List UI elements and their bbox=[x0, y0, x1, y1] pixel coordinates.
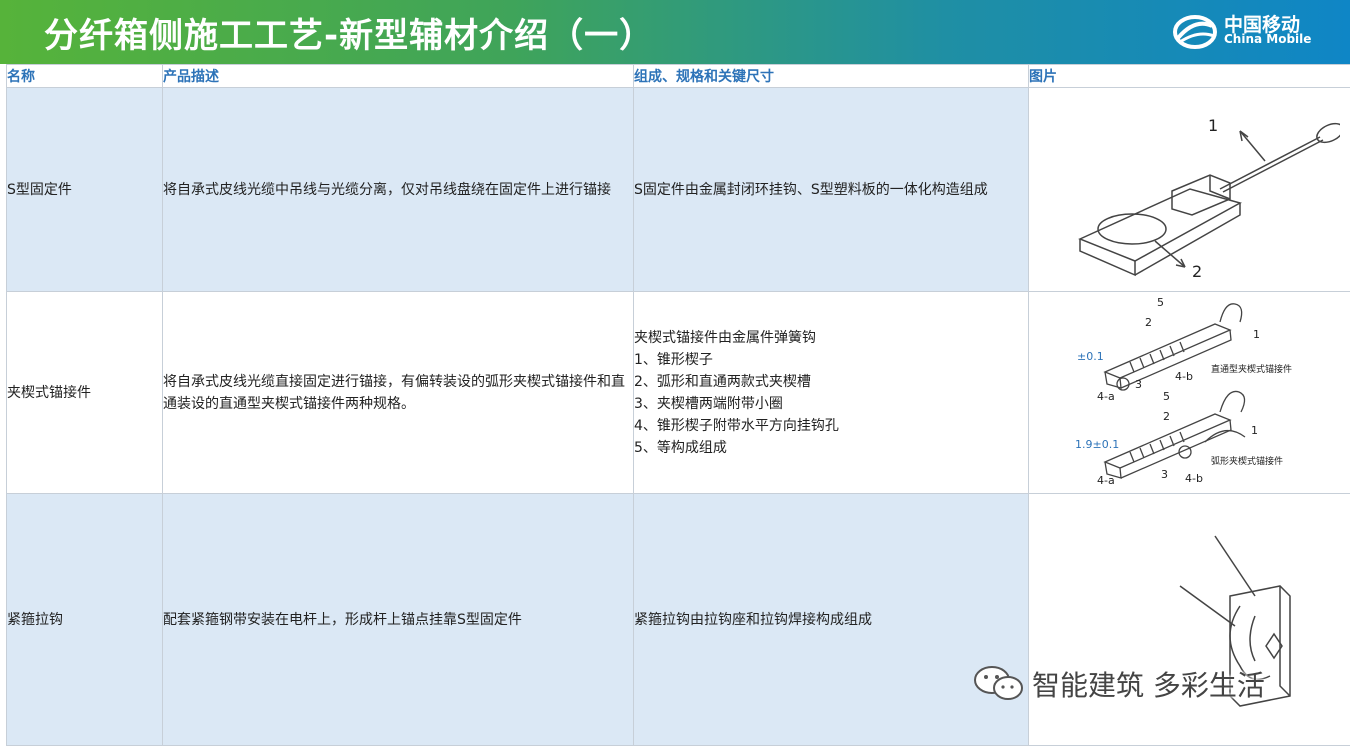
row-spec: 夹楔式锚接件由金属件弹簧钩 1、锥形楔子 2、弧形和直通两款式夹楔槽 3、夹楔槽… bbox=[634, 292, 1029, 494]
callout-label: 2 bbox=[1145, 316, 1152, 329]
spec-line: 1、锥形楔子 bbox=[634, 349, 1028, 371]
callout-label: 1 bbox=[1253, 328, 1260, 341]
wedge-anchor-diagram: 5 2 1 ±0.1 3 4-a 4-b 直通型夹楔式锚接件 5 2 1 1.9… bbox=[1035, 292, 1345, 486]
watermark-text: 智能建筑 多彩生活 bbox=[1032, 664, 1265, 704]
table-row: S型固定件 将自承式皮线光缆中吊线与光缆分离，仅对吊线盘绕在固定件上进行锚接 S… bbox=[7, 88, 1350, 292]
table-row: 夹楔式锚接件 将自承式皮线光缆直接固定进行锚接，有偏转装设的弧形夹楔式锚接件和直… bbox=[7, 292, 1350, 494]
row-name: 夹楔式锚接件 bbox=[7, 292, 163, 494]
row-description: 配套紧箍钢带安装在电杆上，形成杆上锚点挂靠S型固定件 bbox=[163, 494, 634, 746]
row-spec: 紧箍拉钩由拉钩座和拉钩焊接构成组成 bbox=[634, 494, 1029, 746]
s-fixture-diagram: 1 2 bbox=[1040, 91, 1340, 281]
wechat-icon bbox=[972, 664, 1026, 702]
row-description: 将自承式皮线光缆中吊线与光缆分离，仅对吊线盘绕在固定件上进行锚接 bbox=[163, 88, 634, 292]
dimension-label: 1.9±0.1 bbox=[1075, 438, 1119, 451]
callout-label: 1 bbox=[1251, 424, 1258, 437]
spec-line: 夹楔式锚接件由金属件弹簧钩 bbox=[634, 327, 1028, 349]
callout-label: 5 bbox=[1157, 296, 1164, 309]
watermark: 智能建筑 多彩生活 bbox=[972, 664, 1312, 700]
caption-label: 弧形夹楔式锚接件 bbox=[1211, 455, 1283, 467]
china-mobile-logo-icon bbox=[1172, 12, 1218, 52]
logo-text-en: China Mobile bbox=[1224, 32, 1311, 46]
row-description: 将自承式皮线光缆直接固定进行锚接，有偏转装设的弧形夹楔式锚接件和直通装设的直通型… bbox=[163, 292, 634, 494]
row-name: S型固定件 bbox=[7, 88, 163, 292]
header-description: 产品描述 bbox=[163, 65, 634, 88]
spec-line: 紧箍拉钩由拉钩座和拉钩焊接构成组成 bbox=[634, 609, 1028, 631]
callout-label: 3 bbox=[1161, 468, 1168, 481]
callout-label: 4-b bbox=[1185, 472, 1203, 485]
callout-label: 4-a bbox=[1097, 474, 1115, 486]
spec-line: 4、锥形楔子附带水平方向挂钩孔 bbox=[634, 415, 1028, 437]
header-spec: 组成、规格和关键尺寸 bbox=[634, 65, 1029, 88]
china-mobile-logo: 中国移动 China Mobile bbox=[1172, 10, 1322, 54]
dimension-label: ±0.1 bbox=[1077, 350, 1104, 363]
caption-label: 直通型夹楔式锚接件 bbox=[1211, 363, 1292, 375]
header-image: 图片 bbox=[1029, 65, 1350, 88]
header-name: 名称 bbox=[7, 65, 163, 88]
table-row: 紧箍拉钩 配套紧箍钢带安装在电杆上，形成杆上锚点挂靠S型固定件 紧箍拉钩由拉钩座… bbox=[7, 494, 1350, 746]
callout-label: 4-a bbox=[1097, 390, 1115, 403]
spec-line: 2、弧形和直通两款式夹楔槽 bbox=[634, 371, 1028, 393]
spec-line: 3、夹楔槽两端附带小圈 bbox=[634, 393, 1028, 415]
title-banner: 分纤箱侧施工工艺-新型辅材介绍（一） 中国移动 China Mobile bbox=[0, 0, 1350, 64]
row-spec: S固定件由金属封闭环挂钩、S型塑料板的一体化构造组成 bbox=[634, 88, 1029, 292]
spec-line: S固定件由金属封闭环挂钩、S型塑料板的一体化构造组成 bbox=[634, 179, 1028, 201]
row-image-wedge-anchor: 5 2 1 ±0.1 3 4-a 4-b 直通型夹楔式锚接件 5 2 1 1.9… bbox=[1029, 292, 1350, 494]
materials-table: 名称 产品描述 组成、规格和关键尺寸 图片 S型固定件 将自承式皮线光缆中吊线与… bbox=[6, 64, 1350, 746]
row-name: 紧箍拉钩 bbox=[7, 494, 163, 746]
page-title: 分纤箱侧施工工艺-新型辅材介绍（一） bbox=[44, 8, 654, 57]
callout-label: 5 bbox=[1163, 390, 1170, 403]
callout-label: 1 bbox=[1208, 116, 1218, 135]
callout-label: 3 bbox=[1135, 378, 1142, 391]
callout-label: 2 bbox=[1163, 410, 1170, 423]
callout-label: 4-b bbox=[1175, 370, 1193, 383]
callout-label: 2 bbox=[1192, 262, 1202, 281]
spec-line: 5、等构成组成 bbox=[634, 437, 1028, 459]
row-image-hook bbox=[1029, 494, 1350, 746]
row-image-s-fixture: 1 2 bbox=[1029, 88, 1350, 292]
table-header-row: 名称 产品描述 组成、规格和关键尺寸 图片 bbox=[7, 65, 1350, 88]
